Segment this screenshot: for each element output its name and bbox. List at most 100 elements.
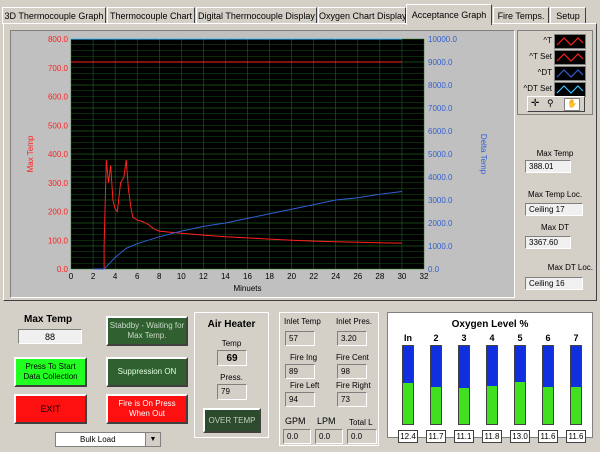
legend-item[interactable]: ^T (522, 33, 590, 49)
legend-item[interactable]: ^DT Set (522, 81, 590, 97)
oxygen-panel: Oxygen Level % In 12.4 2 11.7 3 11.1 4 11.8 5 13.… (387, 312, 593, 443)
air-heater-panel: Air Heater Temp 69 Press. 79 OVER TEMP (194, 312, 269, 438)
oxygen-level-fill (571, 386, 581, 424)
oxygen-column-label: 5 (517, 333, 523, 343)
air-heater-title: Air Heater (207, 319, 256, 330)
y2-tick-label: 2000.0 (428, 219, 453, 228)
max-dt-value: 3367.60 (525, 236, 571, 249)
max-temp-value: 88 (18, 329, 82, 344)
oxygen-level-bar (570, 345, 582, 425)
stats-panel: Max Temp 388.01 Max Temp Loc. Ceiling 17… (517, 119, 593, 297)
zoom-icon[interactable]: ⚲ (547, 97, 554, 110)
oxygen-column-label: 7 (573, 333, 579, 343)
tab-3d-thermocouple-graph[interactable]: 3D Thermocouple Graph (2, 7, 106, 24)
oxygen-level-value: 13.0 (510, 430, 530, 443)
oxygen-column-label: 2 (433, 333, 439, 343)
max-temp-stat-value: 388.01 (525, 160, 571, 173)
y2-tick-label: 5000.0 (428, 150, 453, 159)
oxygen-level-bar (542, 345, 554, 425)
tab-digital-thermocouple-display[interactable]: Digital Thermocouple Display (196, 7, 317, 24)
air-heater-press-label: Press. (220, 373, 243, 382)
oxygen-column-label: 4 (489, 333, 495, 343)
load-select-value: Bulk Load (80, 435, 116, 444)
inlet-pres-label: Inlet Pres. (336, 317, 373, 326)
lpm-value: 0.0 (315, 429, 343, 444)
oxygen-level-fill (487, 385, 497, 424)
fire-right-value: 73 (337, 392, 367, 407)
oxygen-level-value: 11.7 (426, 430, 446, 443)
y2-tick-label: 0.0 (428, 265, 440, 274)
oxygen-level-value: 11.8 (482, 430, 502, 443)
tab-thermocouple-chart[interactable]: Thermocouple Chart (107, 7, 195, 24)
y2-tick-label: 4000.0 (428, 173, 453, 182)
fire-button[interactable]: Fire is On Press When Out (106, 394, 188, 424)
inlet-fire-panel: Inlet Temp 57 Inlet Pres. 3.20 Fire Ing … (279, 312, 379, 446)
x-axis-label: Minuets (233, 284, 261, 293)
oxygen-level-value: 11.6 (538, 430, 558, 443)
x-tick-label: 12 (199, 272, 208, 281)
total-label: Total L (349, 418, 373, 427)
y2-tick-label: 3000.0 (428, 196, 453, 205)
air-heater-press-value: 79 (217, 384, 247, 400)
fire-cent-label: Fire Cent (336, 353, 369, 362)
fire-left-label: Fire Left (290, 381, 320, 390)
suppression-button[interactable]: Suppression ON (106, 357, 188, 387)
y-tick-label: 400.0 (48, 150, 69, 159)
y-tick-label: 500.0 (48, 121, 69, 130)
y-tick-label: 100.0 (48, 236, 69, 245)
x-tick-label: 0 (69, 272, 74, 281)
inlet-temp-value: 57 (285, 331, 315, 346)
oxygen-level-fill (543, 386, 553, 424)
tab-oxygen-chart-display[interactable]: Oxygen Chart Display (318, 7, 407, 24)
max-temp-loc-label: Max Temp Loc. (527, 190, 583, 199)
standby-button[interactable]: Stabdby - Waiting for Max Temp. (106, 316, 188, 346)
oxygen-column-label: 3 (461, 333, 467, 343)
tab-bar: 3D Thermocouple Graph Thermocouple Chart… (2, 4, 598, 25)
max-dt-loc-value: Ceiling 16 (525, 277, 583, 290)
y2-tick-label: 8000.0 (428, 81, 453, 90)
max-dt-loc-label: Max DT Loc. (547, 263, 593, 272)
x-tick-label: 20 (287, 272, 296, 281)
crosshair-icon[interactable]: ✛ (531, 97, 539, 110)
start-data-collection-button[interactable]: Press To Start Data Collection (14, 357, 87, 387)
x-tick-label: 16 (243, 272, 252, 281)
y2-tick-label: 9000.0 (428, 58, 453, 67)
tab-fire-temps[interactable]: Fire Temps. (493, 7, 549, 24)
y-tick-label: 700.0 (48, 64, 69, 73)
acceptance-chart: 0 2 4 6 8 10 12 14 16 18 20 22 24 26 28 30 320.0100.0200… (26, 35, 488, 293)
air-heater-temp-label: Temp (221, 339, 242, 348)
x-tick-label: 28 (375, 272, 384, 281)
pan-hand-icon[interactable]: ✋ (564, 98, 580, 111)
oxygen-column-label: 6 (545, 333, 551, 343)
exit-button[interactable]: EXIT (14, 394, 87, 424)
load-select[interactable]: Bulk Load ▼ (55, 432, 161, 447)
oxygen-level-bar (430, 345, 442, 425)
oxygen-level-value: 12.4 (398, 430, 418, 443)
fire-right-label: Fire Right (336, 381, 371, 390)
fire-ing-value: 89 (285, 364, 315, 379)
legend-item[interactable]: ^DT (522, 65, 590, 81)
y-tick-label: 200.0 (48, 208, 69, 217)
fire-ing-label: Fire Ing (290, 353, 318, 362)
air-heater-temp-value: 69 (217, 350, 247, 366)
oxygen-level-value: 11.6 (566, 430, 586, 443)
y2-tick-label: 1000.0 (428, 242, 453, 251)
gpm-value: 0.0 (283, 429, 311, 444)
max-temp-stat-label: Max Temp (536, 149, 574, 158)
oxygen-level-fill (431, 386, 441, 424)
graph-frame: 0 2 4 6 8 10 12 14 16 18 20 22 24 26 28 30 32 0.0 100.0 200… (10, 30, 515, 298)
y-axis-label: Max Temp (26, 135, 35, 172)
plot-legend: ^T ^T Set ^DT ^DT Set ✛ ⚲ ✋ (517, 30, 593, 115)
x-tick-label: 10 (177, 272, 186, 281)
x-tick-label: 26 (353, 272, 362, 281)
tab-acceptance-graph[interactable]: Acceptance Graph (406, 4, 492, 25)
chevron-down-icon[interactable]: ▼ (145, 433, 160, 446)
oxygen-level-bar (486, 345, 498, 425)
y2-tick-label: 6000.0 (428, 127, 453, 136)
oxygen-level-bar (514, 345, 526, 425)
graph-palette: ✛ ⚲ ✋ (527, 96, 585, 112)
tab-setup[interactable]: Setup (550, 7, 586, 24)
over-temp-button[interactable]: OVER TEMP (203, 408, 261, 433)
legend-item[interactable]: ^T Set (522, 49, 590, 65)
y2-tick-label: 7000.0 (428, 104, 453, 113)
